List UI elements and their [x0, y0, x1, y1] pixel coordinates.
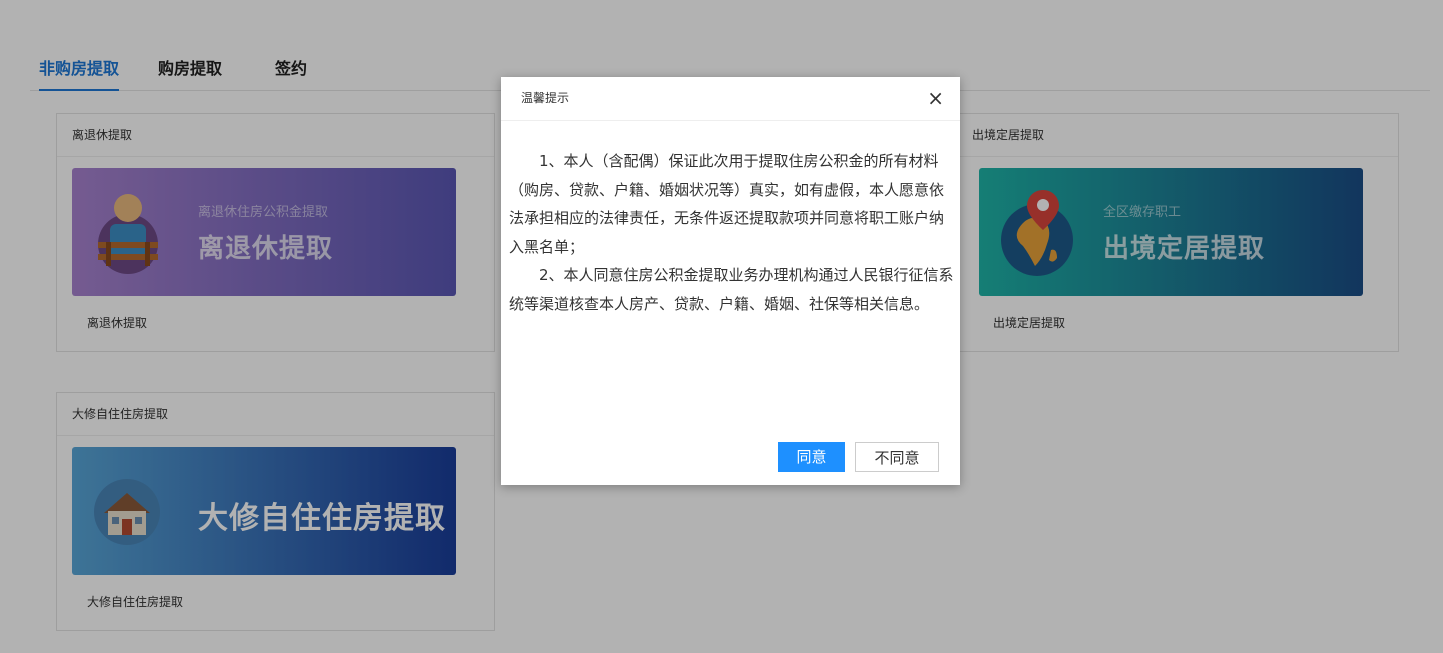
disagree-button[interactable]: 不同意 — [855, 442, 939, 472]
close-icon[interactable]: × — [927, 87, 944, 109]
notice-paragraph-2: 2、本人同意住房公积金提取业务办理机构通过人民银行征信系统等渠道核查本人房产、贷… — [509, 266, 954, 313]
dialog-title: 温馨提示 — [501, 77, 960, 121]
notice-dialog: 温馨提示 × 1、本人（含配偶）保证此次用于提取住房公积金的所有材料（购房、贷款… — [501, 77, 960, 485]
agree-button[interactable]: 同意 — [778, 442, 845, 472]
dialog-body: 1、本人（含配偶）保证此次用于提取住房公积金的所有材料（购房、贷款、户籍、婚姻状… — [509, 147, 954, 318]
notice-paragraph-1: 1、本人（含配偶）保证此次用于提取住房公积金的所有材料（购房、贷款、户籍、婚姻状… — [509, 152, 945, 256]
